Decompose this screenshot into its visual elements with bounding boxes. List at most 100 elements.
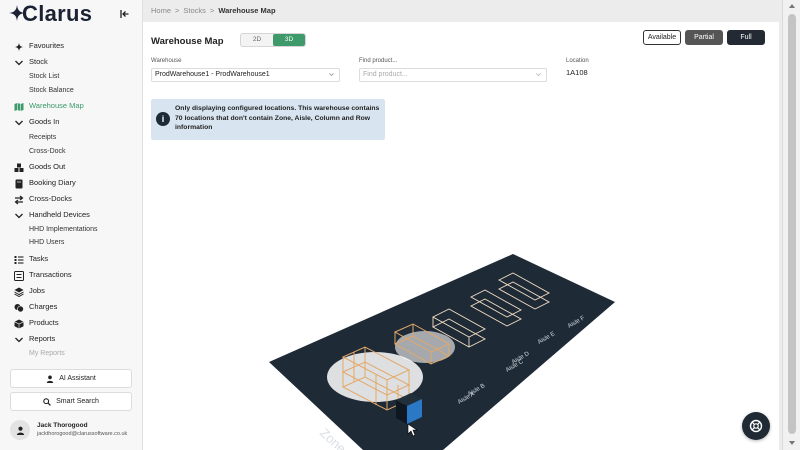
sidebar-item-label: Transactions [29, 270, 72, 279]
main-card: Warehouse Map 2D 3D Available Partial Fu… [143, 22, 779, 450]
transactions-icon [14, 271, 24, 281]
user-name: Jack Thorogood [37, 422, 88, 429]
sidebar: Clarus Favourites Stock Stock List Stock… [0, 0, 143, 450]
person-icon [47, 375, 54, 383]
sidebar-item-label: Cross-Docks [29, 194, 72, 203]
view-2d-option[interactable]: 2D [241, 34, 273, 46]
sidebar-subitem-stock-list[interactable]: Stock List [29, 73, 59, 80]
sidebar-item-label: Warehouse Map [29, 101, 84, 110]
sidebar-subitem-hhd-users[interactable]: HHD Users [29, 239, 64, 246]
filter-partial-button[interactable]: Partial [685, 30, 723, 45]
sidebar-item-charges[interactable]: Charges [0, 301, 143, 315]
page-title: Warehouse Map [151, 36, 224, 47]
sidebar-item-label: Products [29, 318, 59, 327]
sidebar-item-favourites[interactable]: Favourites [0, 40, 143, 54]
filter-full-button[interactable]: Full [727, 30, 765, 45]
chevron-down-icon [15, 213, 23, 219]
breadcrumb-current: Warehouse Map [218, 6, 276, 15]
sidebar-item-goods-in[interactable]: Goods In [0, 116, 143, 130]
sidebar-item-label: Handheld Devices [29, 210, 90, 219]
sidebar-item-label: Goods Out [29, 162, 66, 171]
user-email: jackthorogood@clarussoftware.co.uk [37, 431, 128, 437]
sidebar-item-booking-diary[interactable]: Booking Diary [0, 177, 143, 191]
coins-icon [14, 304, 24, 313]
sidebar-item-jobs[interactable]: Jobs [0, 285, 143, 299]
warehouse-scene: Zone 1 Aisle A Aisle B Aisle C Aisle D A… [269, 254, 615, 450]
sidebar-item-tasks[interactable]: Tasks [0, 253, 143, 267]
sparkle-icon [14, 42, 24, 52]
user-icon [16, 426, 24, 435]
sidebar-item-handheld-devices[interactable]: Handheld Devices [0, 209, 143, 223]
sidebar-item-cross-docks[interactable]: Cross-Docks [0, 193, 143, 207]
collapse-sidebar-icon[interactable] [120, 9, 130, 19]
warehouse-select[interactable]: ProdWarehouse1 - ProdWarehouse1 [151, 68, 340, 82]
sidebar-item-goods-out[interactable]: Goods Out [0, 161, 143, 175]
chevron-down-icon [15, 60, 23, 66]
lifebuoy-icon [749, 419, 763, 433]
sidebar-item-label: Tasks [29, 254, 49, 263]
logo[interactable]: Clarus [8, 1, 136, 26]
find-product-placeholder: Find product... [363, 71, 408, 78]
ai-assistant-button[interactable]: AI Assistant [10, 369, 132, 388]
warehouse-label: Warehouse [151, 58, 182, 64]
smart-search-label: Smart Search [56, 398, 99, 405]
sidebar-subitem-receipts[interactable]: Receipts [29, 134, 56, 141]
products-icon [14, 319, 24, 329]
logo-text: Clarus [22, 1, 93, 26]
avatar [10, 420, 30, 440]
sidebar-item-label: Stock [29, 57, 48, 66]
sidebar-item-transactions[interactable]: Transactions [0, 269, 143, 283]
breadcrumb-separator: > [209, 6, 215, 15]
sidebar-item-stock[interactable]: Stock [0, 56, 143, 70]
view-3d-option[interactable]: 3D [273, 34, 305, 46]
info-banner: i Only displaying configured locations. … [151, 99, 385, 140]
info-message: Only displaying configured locations. Th… [175, 105, 380, 131]
warehouse-select-value: ProdWarehouse1 - ProdWarehouse1 [155, 71, 270, 78]
filter-available-button[interactable]: Available [643, 30, 681, 45]
location-label: Location [566, 58, 589, 64]
smart-search-button[interactable]: Smart Search [10, 392, 132, 411]
map-icon [14, 103, 24, 111]
scrollbar-thumb[interactable] [788, 14, 796, 434]
rack-glow [395, 331, 455, 363]
view-toggle: 2D 3D [240, 33, 306, 47]
chevron-down-icon [15, 120, 23, 126]
sidebar-item-label: Charges [29, 302, 58, 311]
scroll-up-icon[interactable] [788, 3, 796, 9]
find-product-label: Find product... [359, 58, 398, 64]
sidebar-item-label: Favourites [29, 41, 65, 50]
sidebar-item-label: Jobs [29, 286, 45, 295]
tasks-icon [14, 256, 24, 264]
chevron-down-icon [15, 337, 23, 343]
ai-assistant-label: AI Assistant [59, 375, 96, 382]
cross-dock-icon [14, 195, 24, 205]
sidebar-item-warehouse-map[interactable]: Warehouse Map [0, 100, 143, 114]
breadcrumb: Home > Stocks > Warehouse Map [151, 6, 276, 15]
sidebar-subitem-stock-balance[interactable]: Stock Balance [29, 87, 74, 94]
chevron-down-icon [536, 73, 541, 77]
sidebar-item-label: Goods In [29, 117, 60, 126]
sidebar-subitem-cross-dock[interactable]: Cross-Dock [29, 148, 66, 155]
user-profile[interactable]: Jack Thorogood jackthorogood@clarussoftw… [10, 418, 134, 444]
support-chat-button[interactable] [742, 412, 770, 440]
sidebar-item-products[interactable]: Products [0, 317, 143, 331]
sidebar-item-label: Reports [29, 334, 56, 343]
sidebar-subitem-my-reports[interactable]: My Reports [29, 350, 65, 357]
find-product-input[interactable]: Find product... [359, 68, 547, 82]
breadcrumb-stocks[interactable]: Stocks [183, 6, 206, 15]
breadcrumb-home[interactable]: Home [151, 6, 171, 15]
info-icon: i [156, 112, 170, 126]
sidebar-item-reports[interactable]: Reports [0, 333, 143, 347]
scroll-down-icon[interactable] [788, 440, 796, 446]
book-icon [15, 179, 23, 189]
page-scrollbar[interactable] [782, 0, 800, 450]
boxes-icon [14, 163, 24, 172]
sidebar-item-label: Booking Diary [29, 178, 76, 187]
layers-icon [14, 287, 24, 297]
chevron-down-icon [329, 73, 334, 77]
location-value: 1A108 [566, 68, 588, 77]
warehouse-3d-viewport[interactable]: Zone 1 Aisle A Aisle B Aisle C Aisle D A… [143, 172, 779, 450]
breadcrumb-separator: > [175, 6, 180, 15]
search-icon [43, 397, 51, 406]
sidebar-subitem-hhd-implementations[interactable]: HHD Implementations [29, 226, 97, 233]
